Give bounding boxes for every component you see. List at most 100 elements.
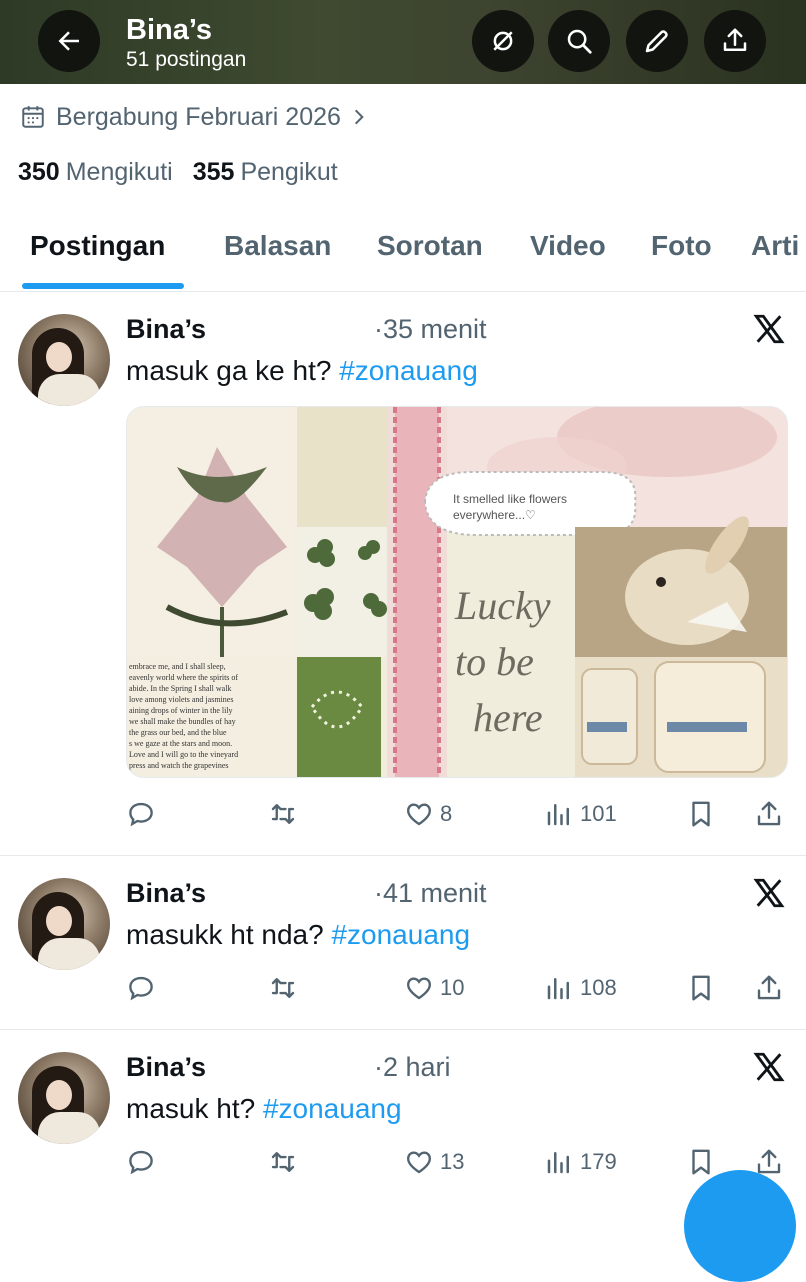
speech-bubble-text-2: everywhere...♡: [453, 508, 536, 522]
reply-button[interactable]: [126, 794, 156, 834]
profile-tabs: Postingan Balasan Sorotan Video Foto Art…: [0, 220, 806, 292]
hashtag-link[interactable]: #zonauang: [263, 1093, 402, 1124]
post-text: masuk ht? #zonauang: [126, 1092, 402, 1126]
repost-button[interactable]: [268, 968, 298, 1008]
post-author[interactable]: Bina’s: [126, 878, 206, 908]
followers-count: 355: [192, 158, 235, 186]
reply-icon: [129, 1150, 153, 1175]
post-author[interactable]: Bina’s: [126, 1052, 206, 1082]
back-button[interactable]: [38, 10, 100, 72]
post-time[interactable]: ·2 hari: [374, 1052, 451, 1082]
chevron-right-icon: [354, 109, 364, 125]
post-actions: 13 179: [126, 1142, 786, 1182]
view-count: 101: [580, 801, 617, 826]
like-count: 10: [440, 975, 465, 1000]
avatar[interactable]: [18, 1052, 110, 1144]
compose-fab-button[interactable]: [684, 1170, 796, 1282]
like-button[interactable]: 13: [404, 1142, 464, 1182]
share-icon: [723, 28, 747, 51]
bookmark-button[interactable]: [686, 1142, 716, 1182]
heart-icon: [407, 977, 431, 1000]
x-logo-icon: [753, 1052, 785, 1082]
views-button[interactable]: 179: [544, 1142, 617, 1182]
tab-highlights[interactable]: Sorotan: [377, 230, 483, 262]
post-time[interactable]: ·35 menit: [374, 314, 487, 344]
post-actions: 8 101: [126, 794, 786, 834]
post-author[interactable]: Bina’s: [126, 314, 206, 344]
repost-icon: [271, 804, 295, 824]
avatar[interactable]: [18, 314, 110, 406]
profile-title: Bina’s: [126, 14, 212, 46]
reply-icon: [129, 802, 153, 827]
repost-button[interactable]: [268, 1142, 298, 1182]
like-count: 8: [440, 801, 453, 826]
post-count: 51 postingan: [126, 48, 247, 71]
repost-button[interactable]: [268, 794, 298, 834]
followers-label: Pengikut: [240, 158, 338, 186]
search-icon: [567, 29, 592, 54]
tab-video[interactable]: Video: [530, 230, 606, 262]
profile-header: Bina’s 51 postingan: [0, 0, 806, 84]
speech-bubble-text: It smelled like flowers: [453, 492, 567, 506]
share-icon: [757, 801, 781, 826]
bookmark-button[interactable]: [686, 794, 716, 834]
edit-button[interactable]: [626, 10, 688, 72]
views-button[interactable]: 108: [544, 968, 617, 1008]
repost-icon: [271, 1152, 295, 1172]
script-text-2: to be: [455, 639, 534, 684]
tab-photos[interactable]: Foto: [651, 230, 712, 262]
following-link[interactable]: 350 Mengikuti: [18, 158, 173, 187]
bookmark-button[interactable]: [686, 968, 716, 1008]
post-body: masukk ht nda?: [126, 919, 332, 950]
share-button[interactable]: [704, 10, 766, 72]
x-logo-icon: [753, 878, 785, 908]
active-tab-indicator: [22, 283, 184, 289]
tab-posts[interactable]: Postingan: [30, 230, 165, 262]
grok-button[interactable]: [472, 10, 534, 72]
grok-icon: [493, 31, 513, 51]
avatar-face: [46, 342, 72, 372]
post-actions: 10 108: [126, 968, 786, 1008]
post-body: masuk ht?: [126, 1093, 263, 1124]
post[interactable]: Bina’s ·2 hari masuk ht? #zonauang 13 17…: [0, 1030, 806, 1200]
bookmark-icon: [692, 801, 710, 827]
post-image[interactable]: embrace me, and I shall sleep, eavenly wo…: [126, 406, 788, 778]
tab-articles[interactable]: Arti: [751, 230, 799, 262]
heart-icon: [407, 803, 431, 826]
tab-replies[interactable]: Balasan: [224, 230, 331, 262]
reply-button[interactable]: [126, 968, 156, 1008]
followers-link[interactable]: 355 Pengikut: [193, 158, 338, 187]
following-label: Mengikuti: [65, 158, 173, 186]
view-count: 108: [580, 975, 617, 1000]
like-button[interactable]: 10: [404, 968, 464, 1008]
views-icon: [547, 978, 569, 1000]
follow-stats: 350 Mengikuti 355 Pengikut: [18, 158, 358, 187]
hashtag-link[interactable]: #zonauang: [339, 355, 478, 386]
bookmark-icon: [692, 975, 710, 1001]
share-button[interactable]: [754, 794, 784, 834]
x-logo-icon: [753, 314, 785, 344]
post-body: masuk ga ke ht?: [126, 355, 340, 386]
bookmark-icon: [692, 1149, 710, 1175]
post-text: masukk ht nda? #zonauang: [126, 918, 470, 952]
views-button[interactable]: 101: [544, 794, 617, 834]
post[interactable]: Bina’s ·41 menit masukk ht nda? #zonauan…: [0, 856, 806, 1030]
hashtag-link[interactable]: #zonauang: [331, 919, 470, 950]
script-text-3: here: [473, 695, 543, 740]
like-button[interactable]: 8: [404, 794, 452, 834]
avatar[interactable]: [18, 878, 110, 970]
avatar-sweater: [38, 374, 100, 406]
reply-button[interactable]: [126, 1142, 156, 1182]
share-button[interactable]: [754, 968, 784, 1008]
views-icon: [547, 804, 569, 826]
joined-label: Bergabung Februari 2026: [56, 102, 341, 131]
pencil-icon: [645, 30, 668, 53]
joined-date-link[interactable]: Bergabung Februari 2026: [20, 100, 379, 134]
arrow-left-icon: [58, 31, 79, 51]
share-icon: [757, 975, 781, 1000]
avatar-face: [46, 1080, 72, 1110]
post-time[interactable]: ·41 menit: [374, 878, 487, 908]
like-count: 13: [440, 1149, 465, 1174]
avatar-sweater: [38, 1112, 100, 1144]
search-button[interactable]: [548, 10, 610, 72]
